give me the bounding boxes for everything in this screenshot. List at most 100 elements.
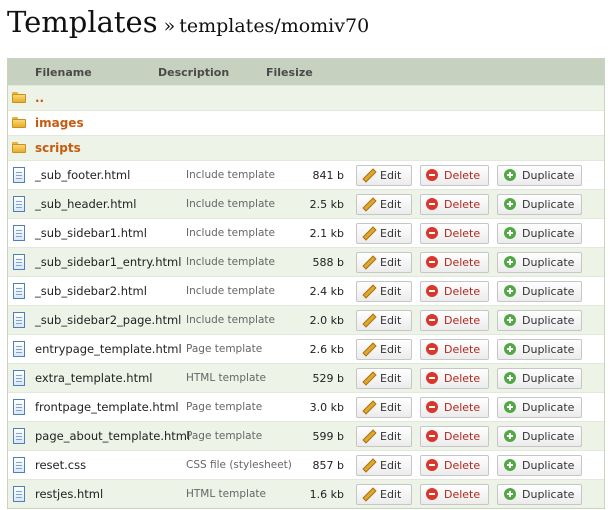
delete-button[interactable]: Delete <box>420 164 489 186</box>
edit-button[interactable]: Edit <box>356 251 412 273</box>
duplicate-button[interactable]: Duplicate <box>497 222 582 244</box>
file-size: 1.6 kb <box>309 487 344 501</box>
file-table: Filename Description Filesize .. images sc… <box>7 58 605 509</box>
edit-button[interactable]: Edit <box>356 338 412 360</box>
file-size: 2.5 kb <box>309 197 344 211</box>
column-header-filesize[interactable]: Filesize <box>266 66 326 79</box>
duplicate-button[interactable]: Duplicate <box>497 338 582 360</box>
edit-button[interactable]: Edit <box>356 222 412 244</box>
duplicate-button[interactable]: Duplicate <box>497 193 582 215</box>
edit-label: Edit <box>380 255 402 269</box>
file-row: _sub_sidebar1_entry.html Include template… <box>8 247 604 276</box>
duplicate-button[interactable]: Duplicate <box>497 367 582 389</box>
file-name[interactable]: _sub_sidebar2_page.html <box>35 313 186 327</box>
file-name[interactable]: _sub_sidebar1_entry.html <box>35 255 186 269</box>
delete-button[interactable]: Delete <box>420 338 489 360</box>
edit-button[interactable]: Edit <box>356 193 412 215</box>
delete-button[interactable]: Delete <box>420 280 489 302</box>
duplicate-button[interactable]: Duplicate <box>497 251 582 273</box>
directory-row[interactable]: images <box>8 110 604 135</box>
file-name[interactable]: _sub_footer.html <box>35 168 186 182</box>
file-description: Include template <box>186 227 275 239</box>
pencil-icon <box>362 256 374 268</box>
edit-button[interactable]: Edit <box>356 454 412 476</box>
document-icon <box>13 225 25 241</box>
pencil-icon <box>362 343 374 355</box>
edit-button[interactable]: Edit <box>356 483 412 505</box>
file-size: 599 b <box>312 429 344 443</box>
delete-label: Delete <box>444 168 481 182</box>
duplicate-label: Duplicate <box>522 255 575 269</box>
duplicate-button[interactable]: Duplicate <box>497 164 582 186</box>
column-header-filename[interactable]: Filename <box>8 66 158 79</box>
delete-icon <box>426 401 438 413</box>
directory-link[interactable]: .. <box>35 91 44 105</box>
directory-row[interactable]: scripts <box>8 135 604 160</box>
duplicate-label: Duplicate <box>522 342 575 356</box>
pencil-icon <box>362 227 374 239</box>
file-name[interactable]: extra_template.html <box>35 371 186 385</box>
delete-icon <box>426 314 438 326</box>
file-row: extra_template.html HTML template 529 b Edi… <box>8 363 604 392</box>
edit-button[interactable]: Edit <box>356 164 412 186</box>
column-header-description[interactable]: Description <box>158 66 266 79</box>
plus-circle-icon <box>504 314 516 326</box>
delete-button[interactable]: Delete <box>420 396 489 418</box>
file-row: _sub_footer.html Include template 841 b Edi… <box>8 160 604 189</box>
delete-button[interactable]: Delete <box>420 193 489 215</box>
duplicate-button[interactable]: Duplicate <box>497 425 582 447</box>
edit-button[interactable]: Edit <box>356 396 412 418</box>
delete-icon <box>426 285 438 297</box>
delete-button[interactable]: Delete <box>420 222 489 244</box>
file-name[interactable]: _sub_header.html <box>35 197 186 211</box>
page-title: Templates <box>7 5 158 39</box>
delete-button[interactable]: Delete <box>420 309 489 331</box>
delete-button[interactable]: Delete <box>420 483 489 505</box>
delete-button[interactable]: Delete <box>420 425 489 447</box>
file-name[interactable]: _sub_sidebar2.html <box>35 284 186 298</box>
file-description: HTML template <box>186 488 266 500</box>
folder-icon <box>12 141 26 155</box>
directory-row[interactable]: .. <box>8 85 604 110</box>
plus-circle-icon <box>504 256 516 268</box>
file-name[interactable]: restjes.html <box>35 487 186 501</box>
directory-link[interactable]: scripts <box>35 141 81 155</box>
file-size: 2.0 kb <box>309 313 344 327</box>
file-row: _sub_sidebar2.html Include template 2.4 kb… <box>8 276 604 305</box>
duplicate-button[interactable]: Duplicate <box>497 483 582 505</box>
file-name[interactable]: _sub_sidebar1.html <box>35 226 186 240</box>
file-row: page_about_template.html Page template 599… <box>8 421 604 450</box>
delete-label: Delete <box>444 342 481 356</box>
file-row: reset.css CSS file (stylesheet) 857 b Edit D… <box>8 450 604 479</box>
folder-icon <box>12 116 26 130</box>
duplicate-button[interactable]: Duplicate <box>497 280 582 302</box>
duplicate-button[interactable]: Duplicate <box>497 396 582 418</box>
file-size: 841 b <box>312 168 344 182</box>
edit-label: Edit <box>380 284 402 298</box>
document-icon <box>13 486 25 502</box>
file-name[interactable]: reset.css <box>35 458 186 472</box>
file-size: 588 b <box>312 255 344 269</box>
delete-button[interactable]: Delete <box>420 454 489 476</box>
edit-button[interactable]: Edit <box>356 367 412 389</box>
pencil-icon <box>362 430 374 442</box>
duplicate-button[interactable]: Duplicate <box>497 309 582 331</box>
plus-circle-icon <box>504 285 516 297</box>
delete-button[interactable]: Delete <box>420 367 489 389</box>
file-name[interactable]: page_about_template.html <box>35 429 190 443</box>
edit-button[interactable]: Edit <box>356 309 412 331</box>
plus-circle-icon <box>504 372 516 384</box>
edit-button[interactable]: Edit <box>356 280 412 302</box>
delete-icon <box>426 256 438 268</box>
file-name[interactable]: frontpage_template.html <box>35 400 186 414</box>
duplicate-button[interactable]: Duplicate <box>497 454 582 476</box>
duplicate-label: Duplicate <box>522 458 575 472</box>
directory-link[interactable]: images <box>35 116 84 130</box>
delete-icon <box>426 372 438 384</box>
delete-icon <box>426 343 438 355</box>
edit-button[interactable]: Edit <box>356 425 412 447</box>
file-name[interactable]: entrypage_template.html <box>35 342 186 356</box>
delete-button[interactable]: Delete <box>420 251 489 273</box>
edit-label: Edit <box>380 458 402 472</box>
delete-icon <box>426 488 438 500</box>
